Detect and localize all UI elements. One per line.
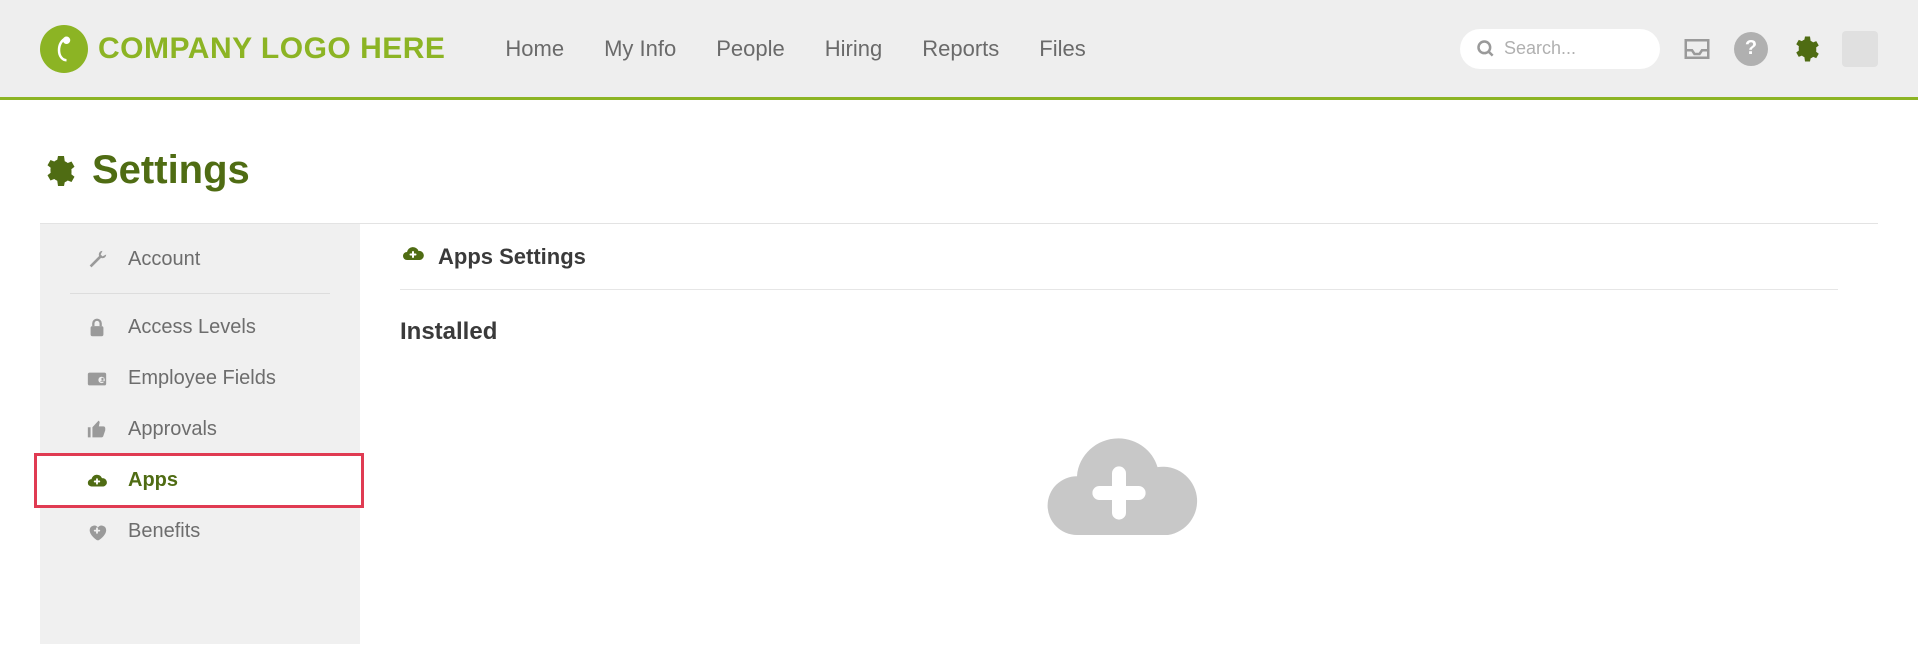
sidebar-item-account[interactable]: Account	[40, 234, 360, 285]
page-title-wrap: Settings	[0, 100, 1918, 223]
sidebar-item-access-levels[interactable]: Access Levels	[40, 302, 360, 353]
main-content: Apps Settings Installed	[360, 224, 1878, 644]
sidebar-item-label: Approvals	[128, 418, 217, 441]
search-icon	[1476, 39, 1496, 59]
settings-button[interactable]	[1790, 34, 1820, 64]
logo-text: COMPANY LOGO HERE	[98, 32, 445, 66]
thumbs-up-icon	[84, 419, 110, 441]
nav-reports[interactable]: Reports	[922, 36, 999, 62]
cloud-plus-icon	[84, 470, 110, 492]
gear-icon	[1790, 34, 1820, 64]
logo[interactable]: COMPANY LOGO HERE	[40, 25, 445, 73]
nav-home[interactable]: Home	[505, 36, 564, 62]
sidebar-item-label: Apps	[128, 469, 178, 492]
empty-state	[400, 416, 1838, 556]
sidebar-separator	[70, 293, 330, 294]
help-button[interactable]: ?	[1734, 32, 1768, 66]
help-icon: ?	[1745, 37, 1757, 60]
section-title: Apps Settings	[438, 244, 586, 270]
sidebar-item-approvals[interactable]: Approvals	[40, 404, 360, 455]
id-card-icon	[84, 368, 110, 390]
add-app-cloud-icon[interactable]	[1034, 416, 1204, 556]
nav-people[interactable]: People	[716, 36, 785, 62]
wrench-icon	[84, 249, 110, 271]
main-nav: Home My Info People Hiring Reports Files	[485, 36, 1460, 62]
logo-icon	[40, 25, 88, 73]
nav-hiring[interactable]: Hiring	[825, 36, 882, 62]
settings-sidebar: Account Access Levels Employee Fields Ap…	[40, 224, 360, 644]
installed-heading: Installed	[400, 318, 1838, 346]
avatar[interactable]	[1842, 31, 1878, 67]
sidebar-item-benefits[interactable]: Benefits	[40, 506, 360, 557]
header-right: ?	[1460, 29, 1878, 69]
sidebar-item-label: Access Levels	[128, 316, 256, 339]
sidebar-item-employee-fields[interactable]: Employee Fields	[40, 353, 360, 404]
sidebar-item-label: Account	[128, 248, 200, 271]
section-header: Apps Settings	[400, 242, 1838, 290]
body: Account Access Levels Employee Fields Ap…	[40, 223, 1878, 644]
page-title: Settings	[92, 148, 250, 193]
nav-files[interactable]: Files	[1039, 36, 1085, 62]
nav-my-info[interactable]: My Info	[604, 36, 676, 62]
search-box[interactable]	[1460, 29, 1660, 69]
top-header: COMPANY LOGO HERE Home My Info People Hi…	[0, 0, 1918, 100]
sidebar-item-apps[interactable]: Apps	[40, 455, 360, 506]
inbox-button[interactable]	[1682, 34, 1712, 64]
cloud-plus-icon	[400, 242, 426, 271]
heart-plus-icon	[84, 521, 110, 543]
search-input[interactable]	[1504, 38, 1644, 59]
lock-icon	[84, 317, 110, 339]
inbox-icon	[1682, 34, 1712, 64]
sidebar-item-label: Benefits	[128, 520, 200, 543]
sidebar-item-label: Employee Fields	[128, 367, 276, 390]
settings-page-icon	[40, 153, 76, 189]
